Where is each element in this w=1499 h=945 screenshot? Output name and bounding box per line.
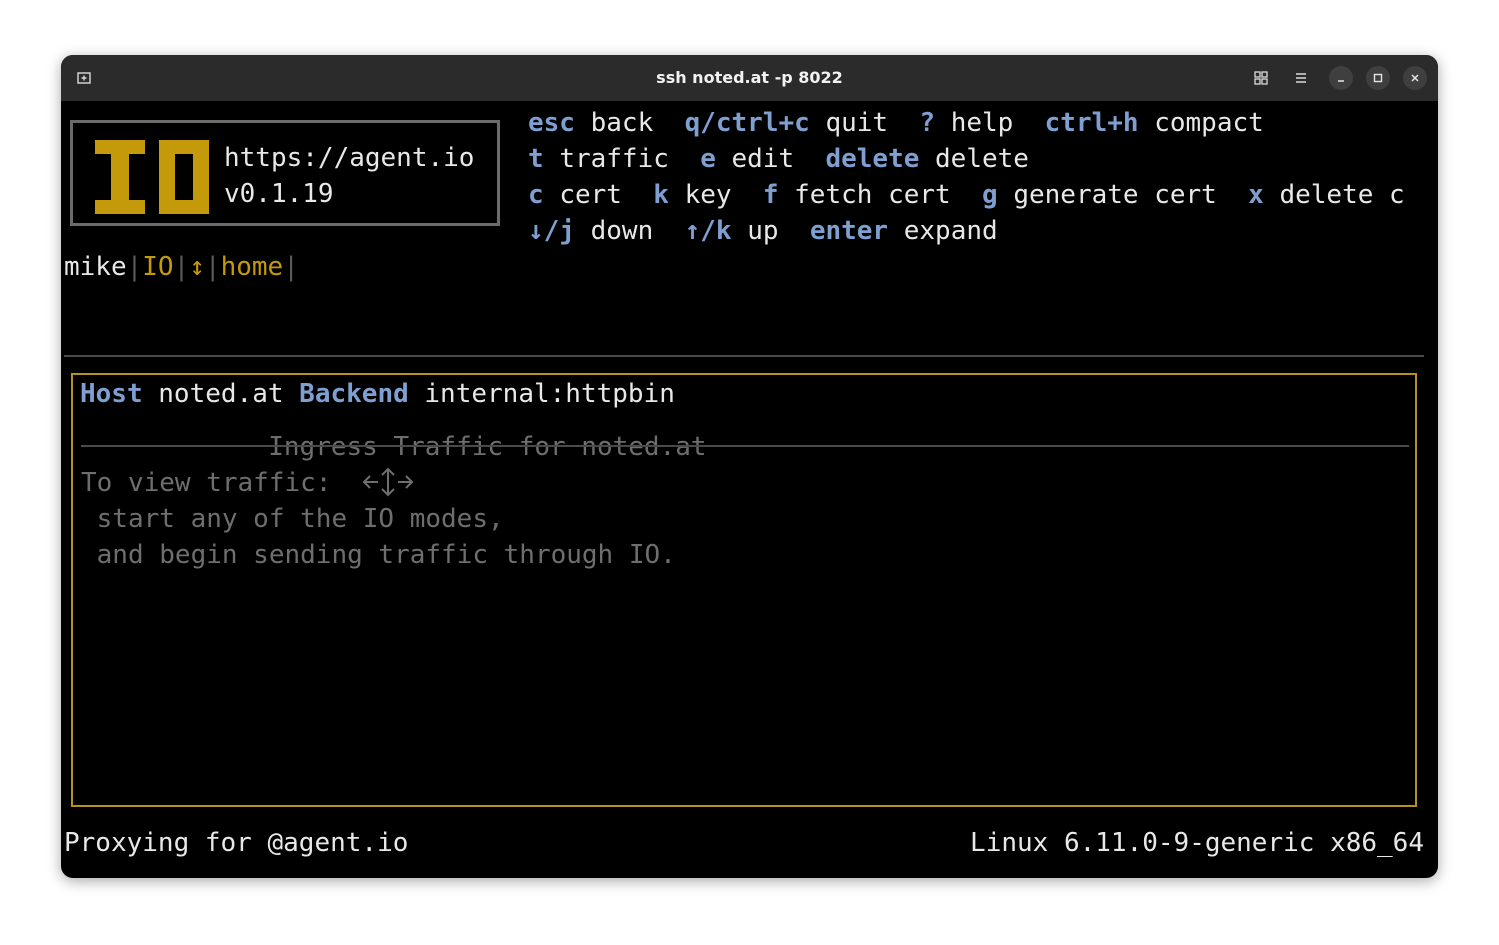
action-traffic: traffic — [559, 144, 669, 174]
terminal-content[interactable]: https://agent.io v0.1.19 esc back q/ctrl… — [61, 101, 1438, 878]
key-help: ? — [919, 108, 936, 138]
action-compact: compact — [1154, 108, 1264, 138]
logo-url: https://agent.io — [224, 143, 475, 173]
keybindings-row-2: t traffic e edit delete delete — [528, 141, 1029, 177]
header-divider — [64, 355, 1424, 357]
keybindings-row-3: c cert k key f fetch cert g generate cer… — [528, 177, 1405, 213]
breadcrumb-separator: | — [283, 252, 299, 282]
breadcrumb: mike|IO|↕|home| — [64, 249, 299, 285]
action-down: down — [590, 216, 654, 246]
breadcrumb-page[interactable]: home — [221, 252, 284, 282]
key-expand: enter — [809, 216, 889, 246]
traffic-help-line: To view traffic: — [81, 468, 332, 498]
traffic-panel-divider — [81, 445, 1409, 447]
key-delete-cert: x — [1248, 180, 1264, 210]
logo-box: https://agent.io v0.1.19 — [70, 120, 500, 226]
traffic-help-line: and begin sending traffic through IO. — [81, 540, 676, 570]
key-quit: q/ctrl+c — [684, 108, 810, 138]
maximize-icon[interactable] — [1366, 66, 1390, 90]
key-up: ↑/k — [684, 216, 732, 246]
breadcrumb-app[interactable]: IO — [142, 252, 173, 282]
key-edit: e — [700, 144, 716, 174]
menu-icon[interactable] — [1289, 66, 1313, 90]
key-cert: c — [528, 180, 544, 210]
action-key: key — [684, 180, 732, 210]
key-generate-cert: g — [982, 180, 998, 210]
breadcrumb-separator: | — [204, 252, 221, 282]
keybindings-row-4: ↓/j down ↑/k up enter expand — [528, 213, 998, 249]
traffic-panel-header: Ingress Traffic for noted.at — [80, 393, 707, 496]
logo-version: v0.1.19 — [224, 179, 334, 209]
key-key: k — [653, 180, 669, 210]
action-cert: cert — [559, 180, 622, 210]
minimize-icon[interactable] — [1329, 66, 1353, 90]
action-fetch-cert: fetch cert — [794, 180, 951, 210]
action-edit: edit — [731, 144, 795, 174]
status-left: Proxying for @agent.io — [64, 828, 409, 858]
key-delete: delete — [825, 144, 920, 174]
action-up: up — [747, 216, 779, 246]
action-delete: delete — [935, 144, 1029, 174]
window-title: ssh noted.at -p 8022 — [656, 68, 843, 87]
title-bar[interactable]: ssh noted.at -p 8022 — [61, 55, 1438, 101]
action-expand: expand — [903, 216, 998, 246]
action-back: back — [590, 108, 654, 138]
action-quit: quit — [825, 108, 889, 138]
key-fetch-cert: f — [762, 180, 779, 210]
traffic-help-line: start any of the IO modes, — [81, 504, 504, 534]
close-icon[interactable] — [1403, 66, 1427, 90]
key-compact: ctrl+h — [1044, 108, 1139, 138]
traffic-panel-title: Ingress Traffic for noted.at — [268, 432, 707, 462]
up-down-arrow-icon: ↕ — [189, 252, 205, 282]
terminal-window: ssh noted.at -p 8022 https://agent.io v0… — [61, 55, 1438, 878]
action-help: help — [950, 108, 1014, 138]
status-right: Linux 6.11.0-9-generic x86_64 — [970, 828, 1424, 858]
breadcrumb-user: mike — [64, 252, 127, 282]
io-logo — [95, 140, 210, 214]
key-traffic: t — [528, 144, 544, 174]
breadcrumb-separator: | — [173, 252, 190, 282]
breadcrumb-separator: | — [126, 252, 143, 282]
grid-icon[interactable] — [1249, 66, 1273, 90]
key-esc: esc — [528, 108, 575, 138]
traffic-panel[interactable]: Ingress Traffic for noted.at To view tra… — [71, 373, 1417, 807]
action-generate-cert: generate cert — [1013, 180, 1217, 210]
keybindings-row-1: esc back q/ctrl+c quit ? help ctrl+h com… — [528, 105, 1264, 141]
key-down: ↓/j — [528, 216, 575, 246]
action-delete-cert: delete c — [1279, 180, 1405, 210]
